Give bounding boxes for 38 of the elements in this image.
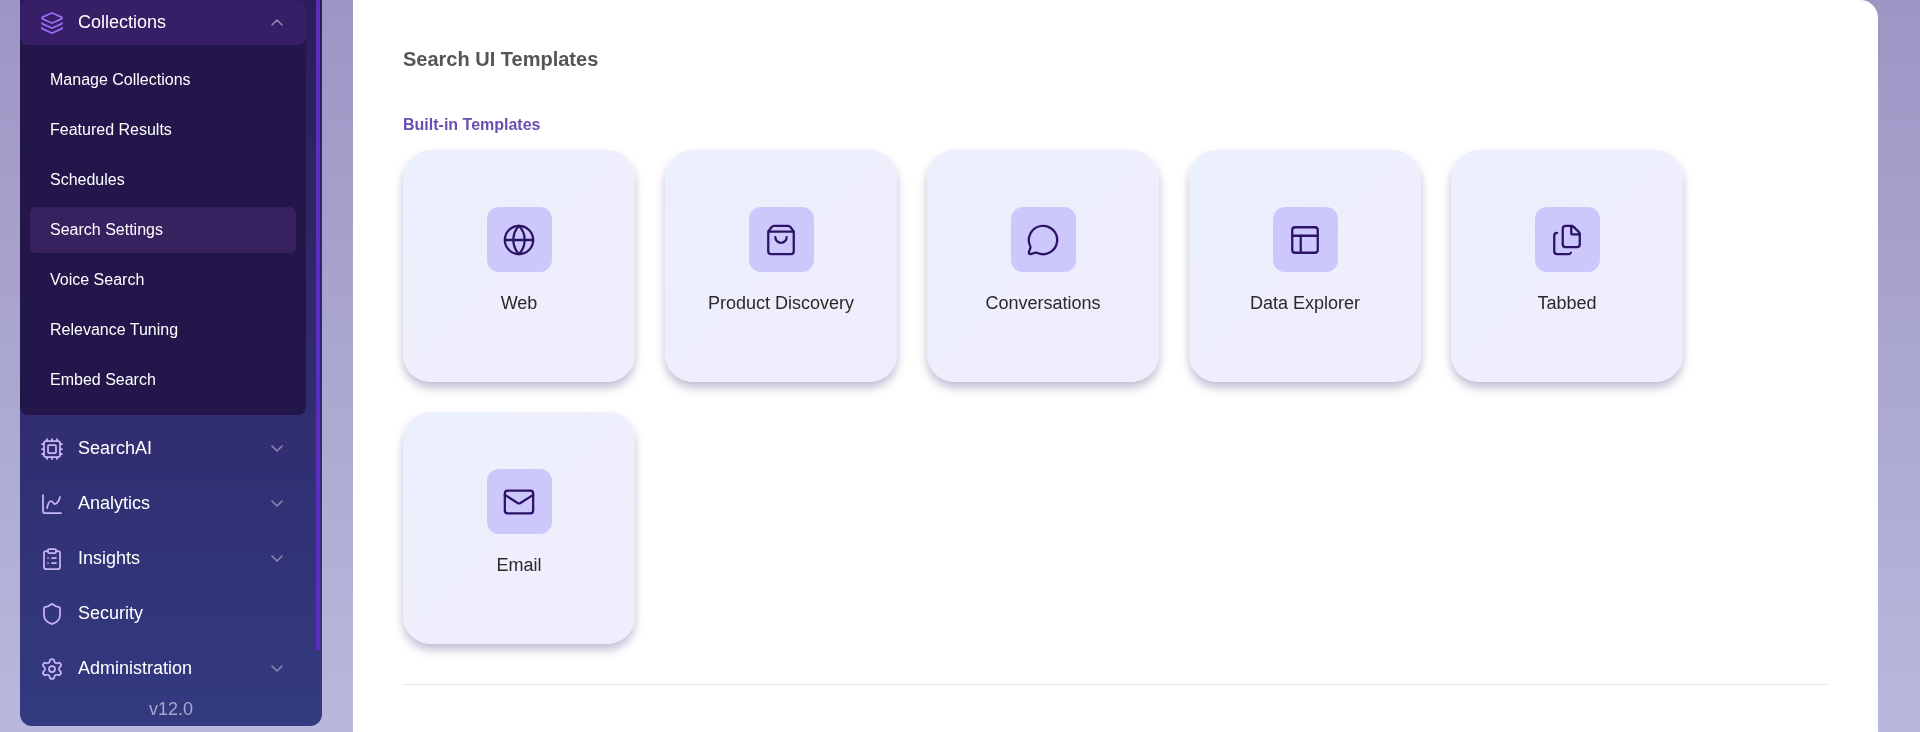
speech-bubble-icon [1026,222,1060,257]
shield-icon [40,601,64,626]
submenu-item[interactable]: Featured Results [30,107,296,153]
settings-icon [40,656,64,681]
submenu-item[interactable]: Search Settings [30,207,296,253]
nav-item[interactable]: Insights [20,531,306,586]
page-title: Search UI Templates [403,47,600,72]
submenu-item[interactable]: Schedules [30,157,296,203]
template-card[interactable]: Data Explorer [1189,150,1421,382]
submenu-item[interactable]: Relevance Tuning [30,307,296,353]
chevron-up-icon [271,19,283,26]
nav-item[interactable]: Analytics [20,476,306,531]
scrollbar-thumb[interactable] [316,0,320,650]
clipboard-icon [40,546,64,571]
chart-icon [40,491,64,516]
template-card[interactable]: Email [403,412,635,644]
template-card[interactable]: Conversations [927,150,1159,382]
submenu-item[interactable]: Embed Search [30,357,296,403]
chevron-down-icon [271,445,283,452]
template-card[interactable]: Tabbed [1451,150,1683,382]
globe-icon [502,222,536,257]
chevron-down-icon [271,555,283,562]
documents-icon [1550,222,1584,257]
chip-icon [40,436,64,461]
layers-icon [40,10,64,35]
chevron-down-icon [271,500,283,507]
submenu-item[interactable]: Voice Search [30,257,296,303]
shopping-bag-icon [764,222,798,257]
section-heading: Built-in Templates [403,115,542,135]
nav-item[interactable]: Administration [20,641,306,696]
template-card[interactable]: Web [403,150,635,382]
submenu-item[interactable]: Manage Collections [30,57,296,103]
template-card[interactable]: Product Discovery [665,150,897,382]
nav-item[interactable]: Collections [20,0,306,45]
chevron-down-icon [271,665,283,672]
nav-item[interactable]: SearchAI [20,421,306,476]
version-label: v12.0 [147,698,194,721]
nav-item[interactable]: Security [20,586,306,641]
